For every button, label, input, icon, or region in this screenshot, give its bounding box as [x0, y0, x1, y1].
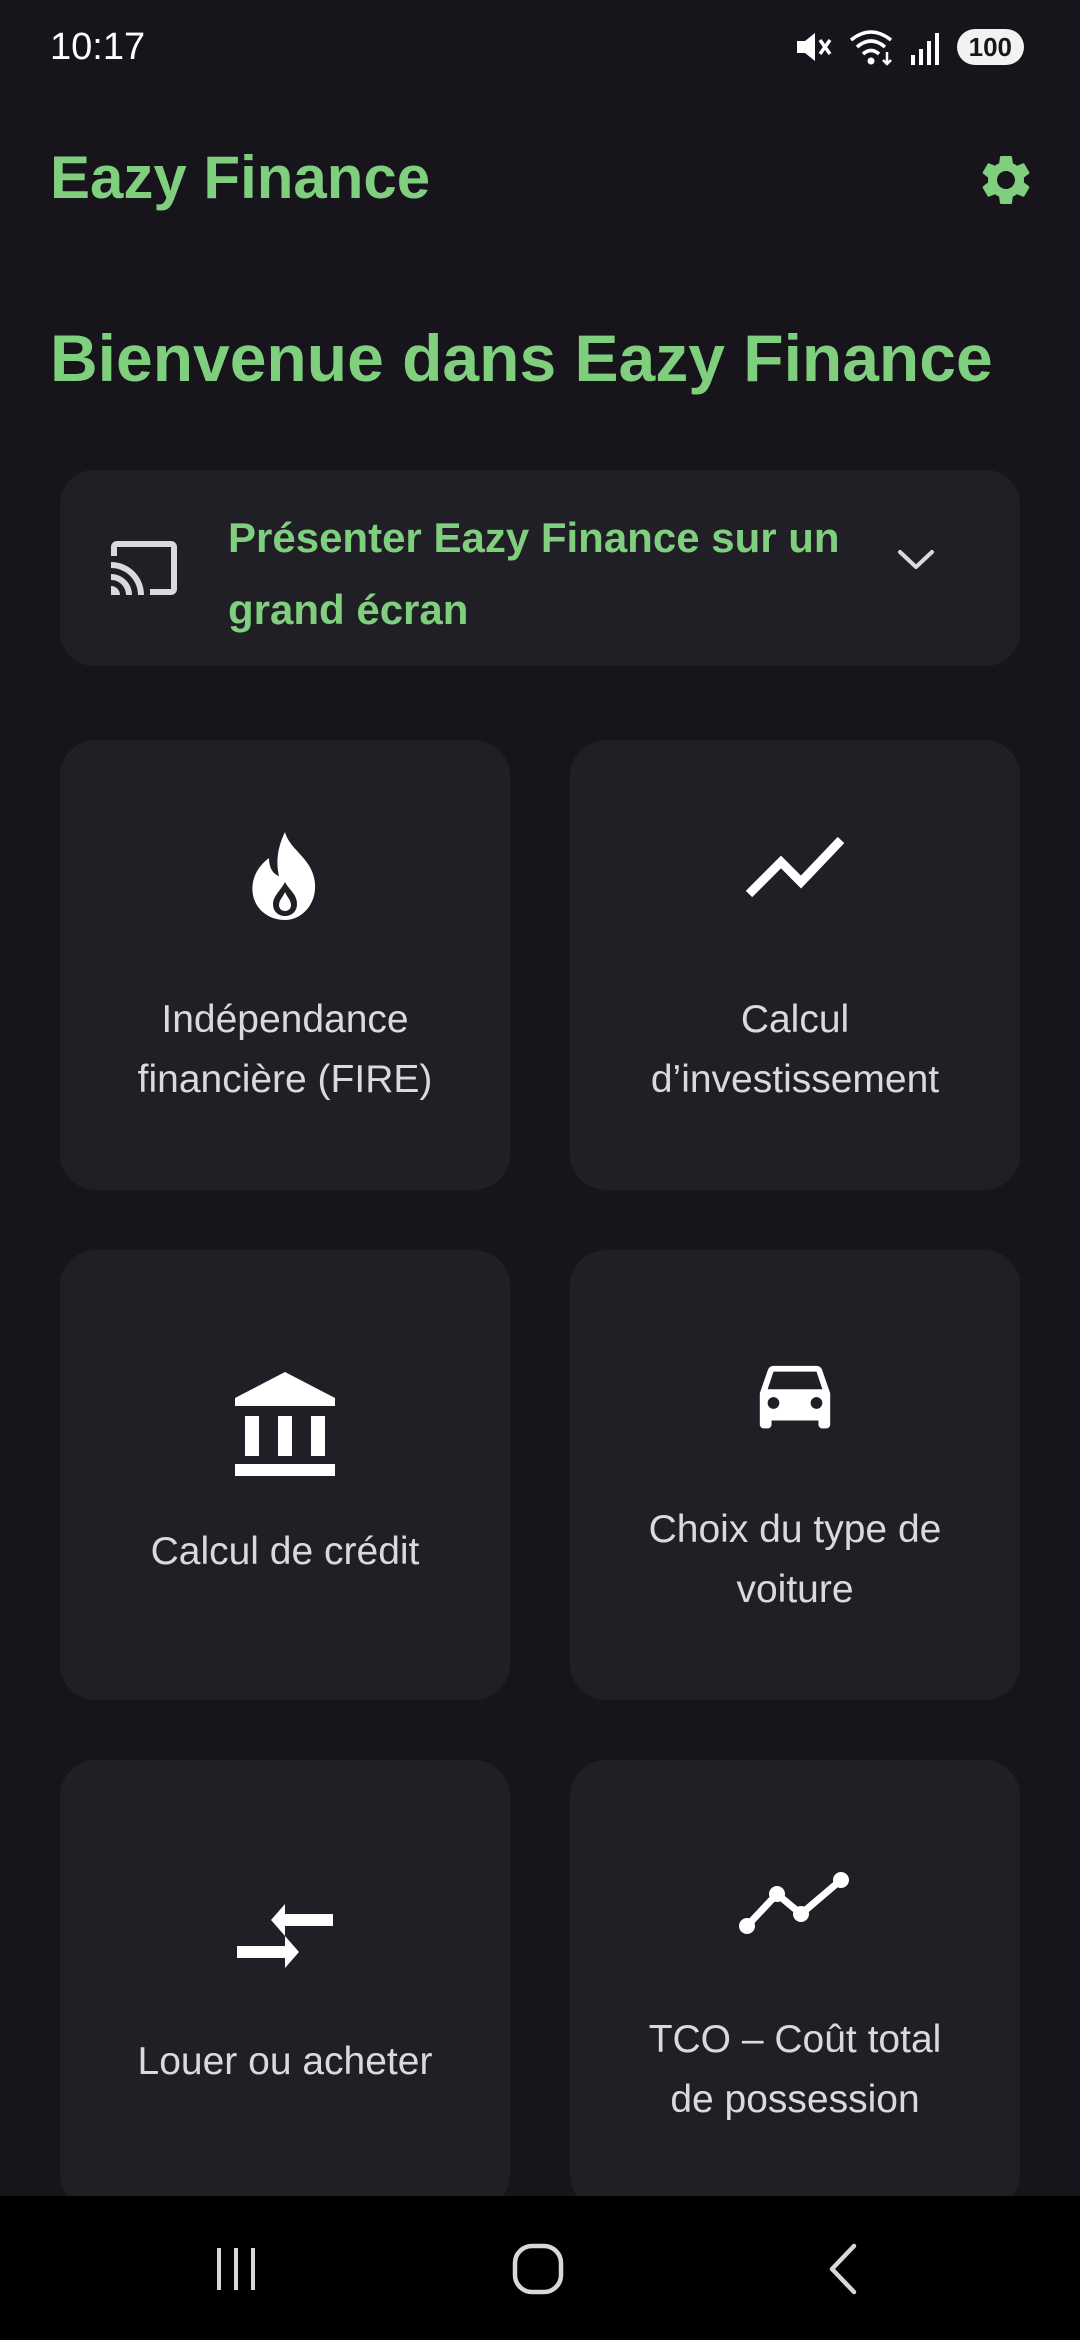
tile-investment[interactable]: Calcul d’investissement — [570, 740, 1020, 1190]
tile-rent-or-buy[interactable]: Louer ou acheter — [60, 1760, 510, 2210]
home-icon[interactable] — [498, 2234, 578, 2304]
status-icons: 100 — [793, 28, 1024, 66]
cast-label: Présenter Eazy Finance sur un grand écra… — [228, 514, 840, 633]
battery-icon: 100 — [956, 29, 1024, 65]
tile-tco[interactable]: TCO – Coût total de possession — [570, 1760, 1020, 2210]
app-screen: 10:17 100 Eazy Finance Bienvenue dans Ea… — [0, 0, 1080, 2340]
cast-icon — [108, 538, 180, 603]
multiline-chart-icon — [570, 1870, 1020, 1936]
tile-car[interactable]: Choix du type de voiture — [570, 1250, 1020, 1700]
chevron-down-icon[interactable] — [894, 546, 938, 579]
cast-card[interactable]: Présenter Eazy Finance sur un grand écra… — [60, 470, 1020, 666]
tile-label: Louer ou acheter — [137, 2040, 433, 2083]
tile-label: Indépendance financière (FIRE) — [137, 998, 433, 1101]
tile-credit[interactable]: Calcul de crédit — [60, 1250, 510, 1700]
tile-label: Choix du type de voiture — [648, 1508, 942, 1611]
app-title: Eazy Finance — [50, 144, 431, 211]
back-icon[interactable] — [802, 2234, 882, 2304]
status-time: 10:17 — [50, 26, 146, 68]
settings-button[interactable] — [968, 144, 1044, 220]
tile-label: Calcul de crédit — [150, 1530, 420, 1573]
recent-apps-icon[interactable] — [196, 2234, 276, 2304]
signal-icon — [909, 29, 943, 65]
status-bar: 10:17 100 — [0, 0, 1080, 100]
gear-icon — [976, 150, 1036, 215]
system-nav-bar — [0, 2196, 1080, 2340]
compare-arrows-icon — [60, 1900, 510, 1972]
tile-label: TCO – Coût total de possession — [648, 2018, 942, 2121]
bank-icon — [60, 1370, 510, 1476]
car-icon — [570, 1358, 1020, 1444]
welcome-title: Bienvenue dans Eazy Finance — [50, 321, 993, 395]
wifi-icon — [847, 28, 895, 66]
tile-fire[interactable]: Indépendance financière (FIRE) — [60, 740, 510, 1190]
trending-up-icon — [570, 830, 1020, 900]
tile-label: Calcul d’investissement — [650, 998, 940, 1101]
mute-icon — [793, 29, 833, 65]
fire-icon — [60, 830, 510, 922]
